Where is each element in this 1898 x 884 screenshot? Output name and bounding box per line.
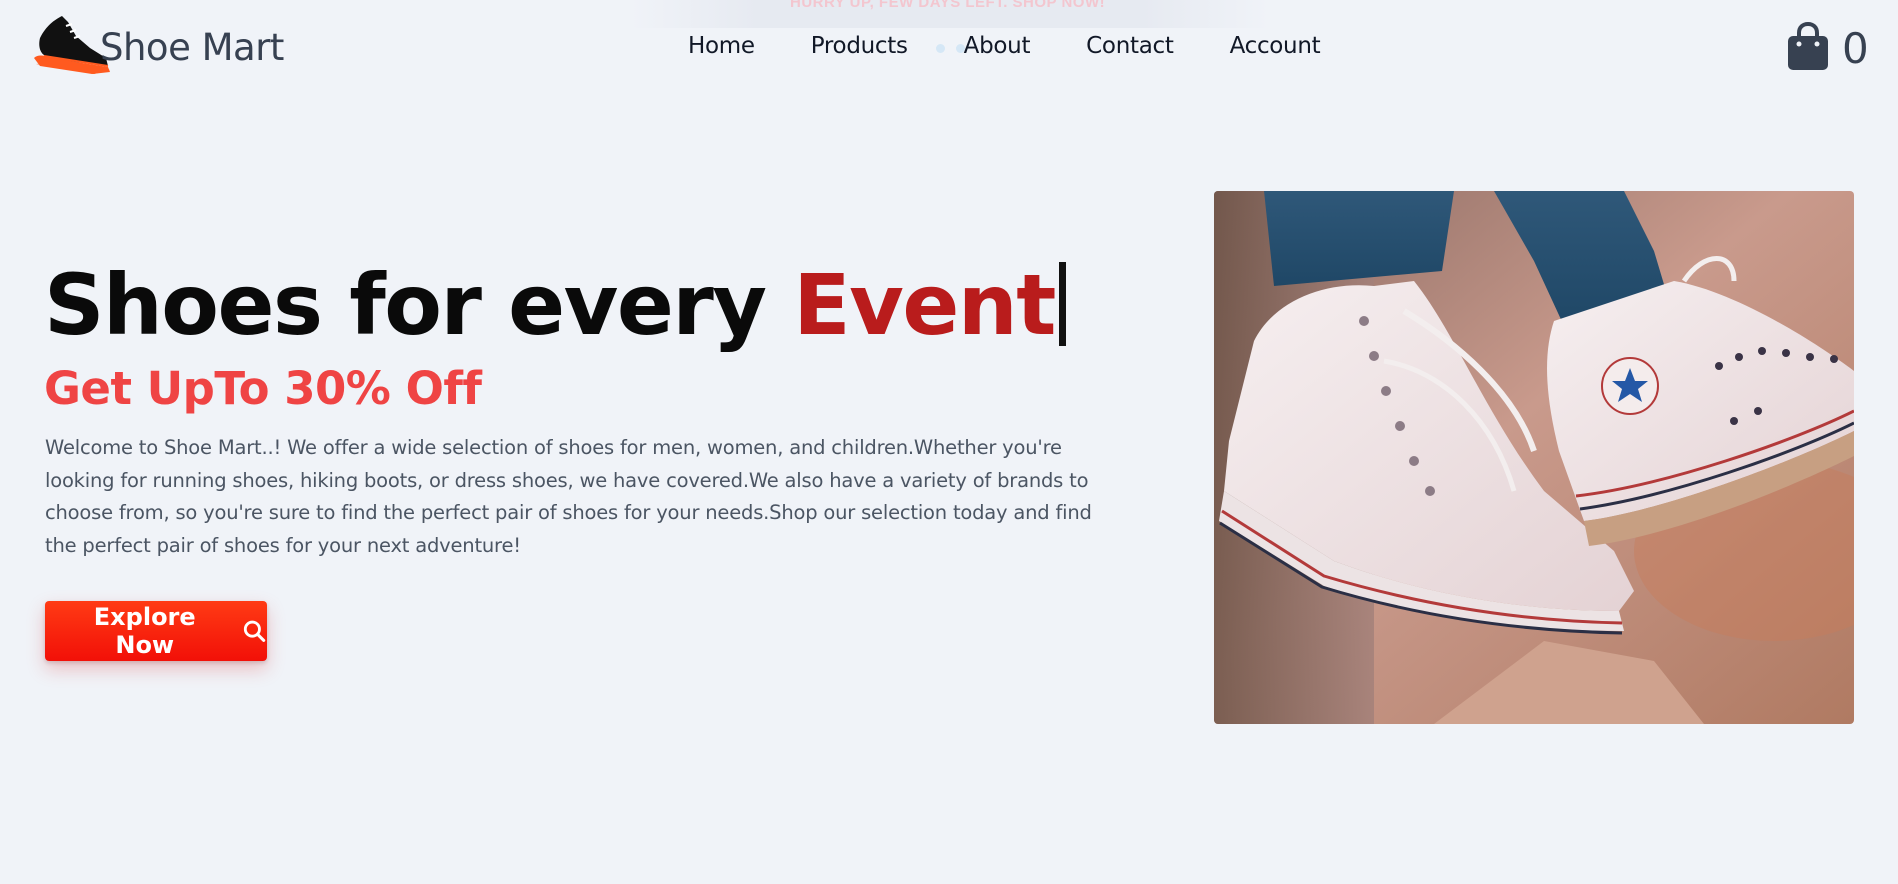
explore-now-label: Explore Now	[93, 603, 196, 659]
shopping-bag-icon[interactable]	[1786, 22, 1830, 72]
hero-image	[1214, 191, 1854, 724]
sneakers-illustration	[1214, 191, 1854, 724]
site-header: Shoe Mart Home Products About Contact Ac…	[0, 0, 1898, 96]
cart-count: 0	[1842, 24, 1869, 73]
nav-home[interactable]: Home	[688, 33, 755, 59]
offer-subheading: Get UpTo 30% Off	[44, 362, 482, 415]
hero-description: Welcome to Shoe Mart..! We offer a wide …	[45, 436, 1092, 557]
headline-text: Shoes for every	[44, 256, 794, 354]
nav-about[interactable]: About	[964, 33, 1031, 59]
search-icon	[244, 620, 266, 642]
brand-name[interactable]: Shoe Mart	[100, 26, 284, 69]
main-nav: Home Products About Contact Account	[688, 33, 1376, 59]
typing-caret	[1058, 262, 1066, 346]
nav-products[interactable]: Products	[811, 33, 908, 59]
nav-account[interactable]: Account	[1230, 33, 1321, 59]
hero-headline: Shoes for every Event	[44, 256, 1066, 354]
explore-now-button[interactable]: Explore Now	[45, 601, 267, 661]
nav-contact[interactable]: Contact	[1086, 33, 1174, 59]
headline-accent: Event	[793, 256, 1056, 354]
page: HURRY UP, FEW DAYS LEFT. SHOP NOW! Shoe …	[0, 0, 1898, 884]
